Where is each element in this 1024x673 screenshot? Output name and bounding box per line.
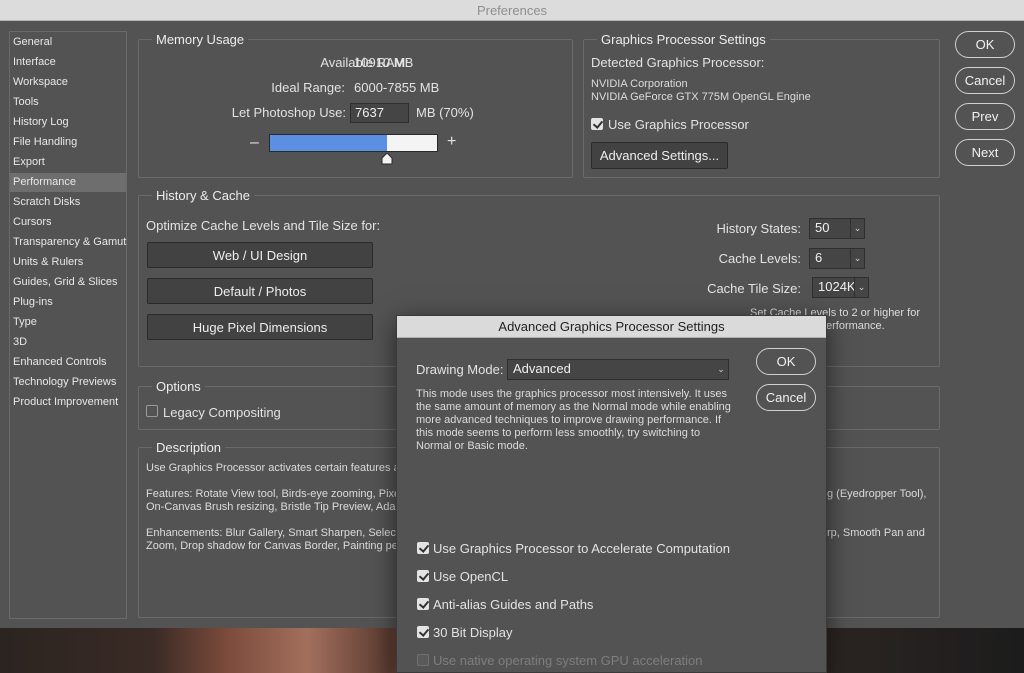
sidebar-item-transparency-gamut[interactable]: Transparency & Gamut [10,233,126,252]
memory-usage-title: Memory Usage [152,32,249,48]
ideal-range-label: Ideal Range: [271,80,345,95]
sidebar-item-general[interactable]: General [10,33,126,52]
memory-percent-label: MB (70%) [416,105,474,120]
accelerate-computation-checkbox[interactable] [417,542,429,554]
description-enhancements-1: Enhancements: Blur Gallery, Smart Sharpe… [146,527,399,539]
legacy-compositing-label: Legacy Compositing [163,405,281,420]
description-enhancements-1-right: rp, Smooth Pan and [827,527,925,539]
description-features-1-right: g (Eyedropper Tool), [827,488,927,500]
anti-alias-guides-checkbox[interactable] [417,598,429,610]
cache-levels-value: 6 [815,250,823,265]
mode-description-5: Normal or Basic mode. [416,440,528,452]
cache-tile-size-label: Cache Tile Size: [707,281,801,296]
chevron-down-icon: ⌄ [717,364,725,374]
gpu-vendor: NVIDIA Corporation [591,78,688,90]
chevron-down-icon: ⌄ [850,249,864,268]
native-gpu-acceleration-label: Use native operating system GPU accelera… [433,653,703,668]
sidebar-item-cursors[interactable]: Cursors [10,213,126,232]
30-bit-display-label: 30 Bit Display [433,625,513,640]
history-states-select[interactable]: 50 ⌄ [809,218,865,239]
sidebar-item-workspace[interactable]: Workspace [10,73,126,92]
sidebar-item-guides-grid-slices[interactable]: Guides, Grid & Slices [10,273,126,292]
use-opencl-checkbox[interactable] [417,570,429,582]
30-bit-display-checkbox[interactable] [417,626,429,638]
prev-button[interactable]: Prev [955,103,1015,130]
use-opencl-label: Use OpenCL [433,569,509,584]
advanced-settings-button[interactable]: Advanced Settings... [591,142,728,169]
sidebar-item-export[interactable]: Export [10,153,126,172]
drawing-mode-value: Advanced [513,361,571,376]
graphics-processor-title: Graphics Processor Settings [597,32,770,48]
sidebar-item-interface[interactable]: Interface [10,53,126,72]
history-cache-title: History & Cache [152,188,254,204]
let-photoshop-use-label: Let Photoshop Use: [231,105,346,120]
gpu-model: NVIDIA GeForce GTX 775M OpenGL Engine [591,91,811,103]
drawing-mode-select[interactable]: Advanced ⌄ [507,359,729,380]
description-features-1: Features: Rotate View tool, Birds-eye zo… [146,488,401,500]
use-graphics-processor-label: Use Graphics Processor [608,117,749,132]
memory-increase-button[interactable]: + [447,134,456,150]
options-title: Options [152,379,205,395]
dialog-title: Advanced Graphics Processor Settings [397,316,826,338]
window-title: Preferences [476,3,548,18]
sidebar-item-technology-previews[interactable]: Technology Previews [10,373,126,392]
cache-tile-size-select[interactable]: 1024K ⌄ [812,277,869,298]
sidebar-item-file-handling[interactable]: File Handling [10,133,126,152]
huge-pixel-dimensions-button[interactable]: Huge Pixel Dimensions [147,314,373,340]
chevron-down-icon: ⌄ [854,278,868,297]
sidebar-item-scratch-disks[interactable]: Scratch Disks [10,193,126,212]
available-ram-value: 10910 MB [354,55,414,70]
dialog-cancel-button[interactable]: Cancel [756,384,816,411]
sidebar-item-enhanced-controls[interactable]: Enhanced Controls [10,353,126,372]
optimize-cache-label: Optimize Cache Levels and Tile Size for: [146,218,381,233]
legacy-compositing-checkbox[interactable] [146,405,158,417]
sidebar-item-type[interactable]: Type [10,313,126,332]
sidebar-item-history-log[interactable]: History Log [10,113,126,132]
native-gpu-acceleration-checkbox[interactable] [417,654,429,666]
memory-slider-thumb[interactable] [381,153,393,165]
advanced-gpu-settings-dialog: Advanced Graphics Processor Settings Dra… [396,315,827,673]
next-button[interactable]: Next [955,139,1015,166]
web-ui-design-button[interactable]: Web / UI Design [147,242,373,268]
sidebar-item-3d[interactable]: 3D [10,333,126,352]
accelerate-computation-label: Use Graphics Processor to Accelerate Com… [433,541,730,556]
ideal-range-value: 6000-7855 MB [354,80,440,95]
description-title: Description [152,440,226,456]
detected-gpu-label: Detected Graphics Processor: [591,55,765,70]
title-bar: Preferences [0,0,1024,21]
sidebar-item-units-rulers[interactable]: Units & Rulers [10,253,126,272]
sidebar-item-product-improvement[interactable]: Product Improvement [10,393,126,412]
cache-hint-line2: erformance. [826,320,885,332]
history-states-value: 50 [815,220,830,235]
drawing-mode-label: Drawing Mode: [416,362,504,377]
mode-description-2: the same amount of memory as the Normal … [416,401,731,413]
ok-button[interactable]: OK [955,31,1015,58]
description-enhancements-2: Zoom, Drop shadow for Canvas Border, Pai… [146,540,402,552]
cache-tile-size-value: 1024K [818,279,856,294]
sidebar-item-tools[interactable]: Tools [10,93,126,112]
memory-slider-fill [270,135,387,151]
chevron-down-icon: ⌄ [850,219,864,238]
cache-levels-label: Cache Levels: [718,251,801,266]
use-graphics-processor-checkbox[interactable] [591,118,603,130]
sidebar-item-plug-ins[interactable]: Plug-ins [10,293,126,312]
mode-description-1: This mode uses the graphics processor mo… [416,388,727,400]
mode-description-3: more advanced techniques to improve draw… [416,414,722,426]
preferences-sidebar: General Interface Workspace Tools Histor… [9,31,127,619]
memory-amount-input[interactable]: 7637 [350,103,409,123]
default-photos-button[interactable]: Default / Photos [147,278,373,304]
sidebar-item-performance[interactable]: Performance [10,173,126,192]
description-features-2: On-Canvas Brush resizing, Bristle Tip Pr… [146,501,402,513]
dialog-ok-button[interactable]: OK [756,348,816,375]
memory-slider[interactable] [269,134,438,152]
history-states-label: History States: [716,221,801,236]
description-line1: Use Graphics Processor activates certain… [146,462,400,474]
cancel-button[interactable]: Cancel [955,67,1015,94]
anti-alias-guides-label: Anti-alias Guides and Paths [433,597,594,612]
mode-description-4: this mode seems to perform less smoothly… [416,427,701,439]
cache-levels-select[interactable]: 6 ⌄ [809,248,865,269]
memory-decrease-button[interactable]: – [250,135,259,151]
